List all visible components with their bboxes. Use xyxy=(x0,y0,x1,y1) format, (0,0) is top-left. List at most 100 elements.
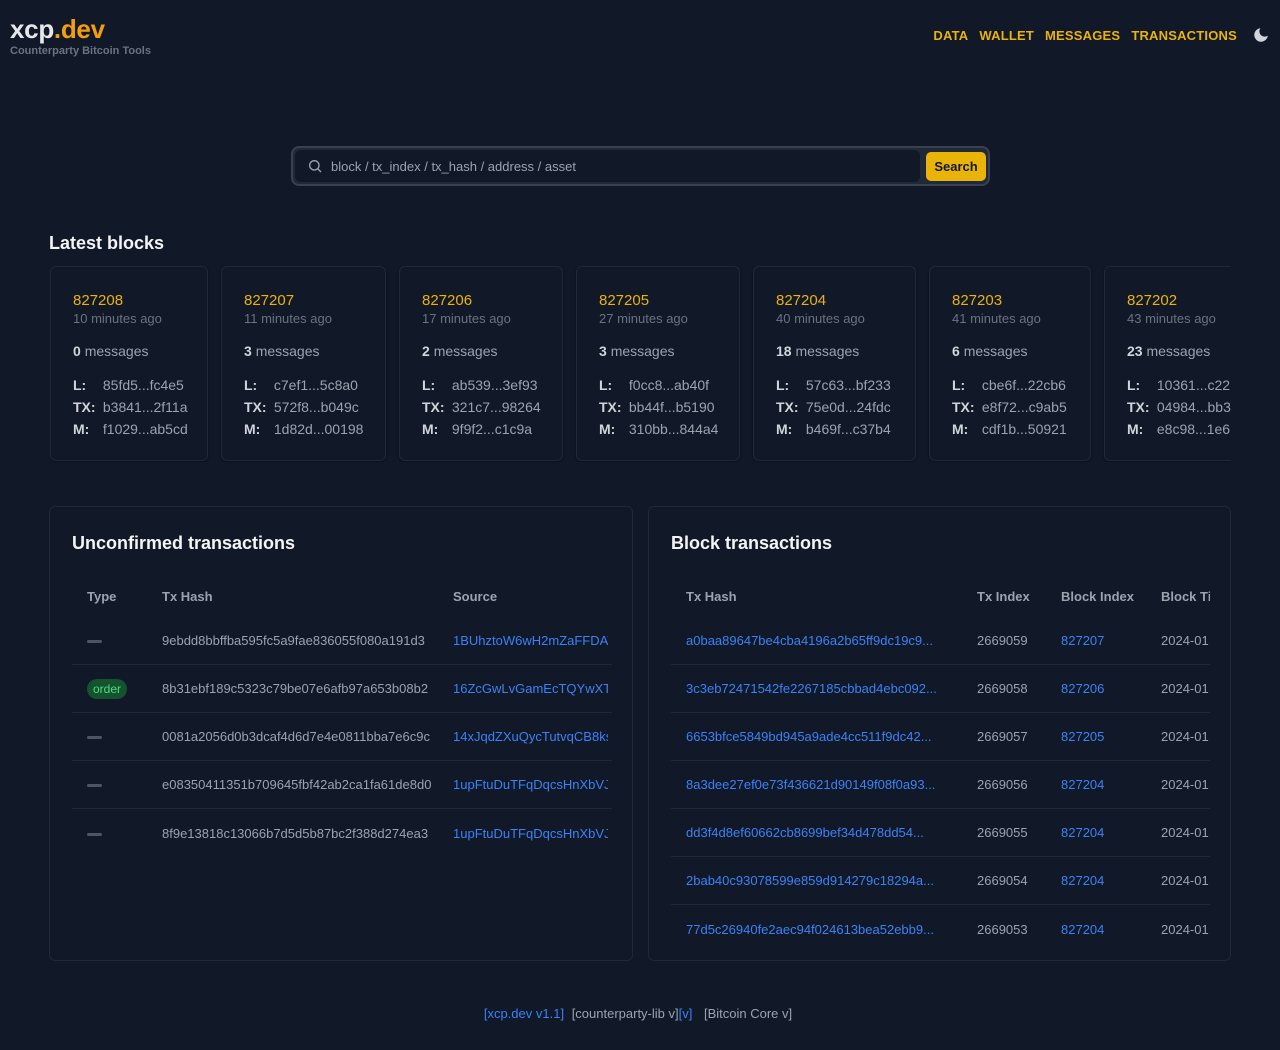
table-row: 6653bfce5849bd945a9ade4cc511f9dc42... 266… xyxy=(671,713,1210,761)
tx-hash-link[interactable]: 77d5c26940fe2aec94f024613bea52ebb9... xyxy=(686,922,934,937)
ledger-hash-label: L: xyxy=(1127,377,1141,393)
block-card[interactable]: 827206 17 minutes ago 2 messages L: ab539..… xyxy=(399,266,563,461)
block-index-cell: 827206 xyxy=(1046,681,1146,696)
messages-label: messages xyxy=(255,343,320,359)
nav-wallet[interactable]: WALLET xyxy=(979,28,1034,43)
messages-label: messages xyxy=(795,343,860,359)
brand[interactable]: xcp.dev Counterparty Bitcoin Tools xyxy=(10,14,151,57)
block-index-link[interactable]: 827205 xyxy=(1061,729,1104,744)
block-card[interactable]: 827208 10 minutes ago 0 messages L: 85fd5..… xyxy=(50,266,208,461)
table-row: dd3f4d8ef60662cb8699bef34d478dd54... 2669… xyxy=(671,809,1210,857)
footer: [xcp.dev v1.1] [counterparty-lib v][v] [… xyxy=(0,1006,1280,1021)
footer-xcp-version[interactable]: [xcp.dev v1.1] xyxy=(484,1006,564,1021)
tx-hash-cell: 2bab40c93078599e859d914279c18294a... xyxy=(671,873,962,888)
tx-hash-cell: 9ebdd8bbffba595fc5a9fae836055f080a191d3 xyxy=(162,633,425,648)
block-time-ago: 41 minutes ago xyxy=(952,311,1041,326)
block-number[interactable]: 827202 xyxy=(1127,291,1231,311)
tx-hash-link[interactable]: 6653bfce5849bd945a9ade4cc511f9dc42... xyxy=(686,729,932,744)
block-card[interactable]: 827203 41 minutes ago 6 messages L: cbe6f..… xyxy=(929,266,1091,461)
block-number[interactable]: 827205 xyxy=(599,291,717,311)
message-count-value: 23 xyxy=(1127,343,1143,359)
block-number[interactable]: 827204 xyxy=(776,291,893,311)
source-address-link[interactable]: 14xJqdZXuQycTutvqCB8ks xyxy=(453,729,608,744)
messages-hash-label: M: xyxy=(599,421,616,437)
col-type: Type xyxy=(87,588,117,604)
brand-subtitle: Counterparty Bitcoin Tools xyxy=(10,45,151,57)
tx-hash-cell: 0081a2056d0b3dcaf4d6d7e4e0811bba7e6c9c xyxy=(162,729,430,744)
tx-type-empty xyxy=(87,736,102,740)
messages-hash: M: f1029...ab5cd xyxy=(73,418,188,440)
ledger-hash-value: 85fd5...fc4e5 xyxy=(102,377,184,393)
search-icon xyxy=(307,158,323,174)
ledger-hash: L: c7ef1...5c8a0 xyxy=(244,374,363,396)
tx-index-cell: 2669056 xyxy=(977,777,1028,792)
block-index-link[interactable]: 827204 xyxy=(1061,922,1104,937)
txlist-hash-value: 321c7...98264 xyxy=(451,399,541,415)
block-card[interactable]: 827204 40 minutes ago 18 messages L: 57c63.… xyxy=(753,266,916,461)
messages-hash: M: b469f...c37b4 xyxy=(776,418,893,440)
col-block-time: Block Ti xyxy=(1161,588,1210,604)
brand-title[interactable]: xcp.dev xyxy=(10,14,151,44)
tx-source-cell: 1upFtuDuTFqDqcsHnXbVJ xyxy=(438,826,608,841)
block-number[interactable]: 827207 xyxy=(244,291,363,311)
nav-transactions[interactable]: TRANSACTIONS xyxy=(1131,28,1237,43)
message-count-value: 2 xyxy=(422,343,430,359)
txlist-hash: TX: 04984...bb3 xyxy=(1127,396,1231,418)
block-index-link[interactable]: 827207 xyxy=(1061,633,1104,648)
block-index-link[interactable]: 827206 xyxy=(1061,681,1104,696)
search-box[interactable] xyxy=(295,150,920,182)
tx-type-cell: order xyxy=(72,678,147,699)
messages-hash: M: cdf1b...50921 xyxy=(952,418,1068,440)
tx-type-cell xyxy=(72,826,147,841)
source-address-link[interactable]: 1BUhztoW6wH2mZaFFDAT xyxy=(453,633,608,648)
search-button[interactable]: Search xyxy=(926,151,986,181)
latest-blocks-list[interactable]: 827208 10 minutes ago 0 messages L: 85fd5..… xyxy=(50,266,1231,462)
block-message-count: 18 messages xyxy=(776,342,893,360)
messages-hash-label: M: xyxy=(1127,421,1144,437)
tx-hash-link[interactable]: 2bab40c93078599e859d914279c18294a... xyxy=(686,873,934,888)
unconfirmed-title: Unconfirmed transactions xyxy=(72,533,296,553)
block-index-link[interactable]: 827204 xyxy=(1061,873,1104,888)
message-count-value: 6 xyxy=(952,343,960,359)
block-number[interactable]: 827206 xyxy=(422,291,540,311)
ledger-hash-label: L: xyxy=(244,377,258,393)
ledger-hash: L: cbe6f...22cb6 xyxy=(952,374,1068,396)
messages-hash-label: M: xyxy=(422,421,439,437)
block-number[interactable]: 827208 xyxy=(73,291,185,311)
txlist-hash-value: 75e0d...24fdc xyxy=(805,399,891,415)
block-index-link[interactable]: 827204 xyxy=(1061,777,1104,792)
nav-data[interactable]: DATA xyxy=(933,28,968,43)
moon-icon[interactable] xyxy=(1252,26,1270,44)
footer-lib-link[interactable]: [v] xyxy=(679,1006,693,1021)
tx-type-empty xyxy=(87,832,102,836)
table-row: 77d5c26940fe2aec94f024613bea52ebb9... 266… xyxy=(671,905,1210,953)
block-number[interactable]: 827203 xyxy=(952,291,1068,311)
txlist-hash-value: e8f72...c9ab5 xyxy=(981,399,1067,415)
block-card[interactable]: 827205 27 minutes ago 3 messages L: f0cc8..… xyxy=(576,266,740,461)
messages-hash: M: 1d82d...00198 xyxy=(244,418,363,440)
txlist-hash-value: 572f8...b049c xyxy=(273,399,359,415)
source-address-link[interactable]: 1upFtuDuTFqDqcsHnXbVJ xyxy=(453,777,608,792)
txlist-hash-label: TX: xyxy=(952,399,975,415)
search-input[interactable] xyxy=(331,158,920,174)
block-card[interactable]: 827202 43 minutes ago 23 messages L: 10361.… xyxy=(1104,266,1231,461)
ledger-hash: L: 85fd5...fc4e5 xyxy=(73,374,185,396)
tx-hash-cell: 3c3eb72471542fe2267185cbbad4ebc092... xyxy=(671,681,962,696)
source-address-link[interactable]: 16ZcGwLvGamEcTQYwXTY xyxy=(453,681,608,696)
tx-hash-link[interactable]: dd3f4d8ef60662cb8699bef34d478dd54... xyxy=(686,825,924,840)
ledger-hash: L: 57c63...bf233 xyxy=(776,374,893,396)
ledger-hash-value: c7ef1...5c8a0 xyxy=(273,377,358,393)
tx-hash-link[interactable]: 3c3eb72471542fe2267185cbbad4ebc092... xyxy=(686,681,937,696)
block-card[interactable]: 827207 11 minutes ago 3 messages L: c7ef1..… xyxy=(221,266,386,461)
source-address-link[interactable]: 1upFtuDuTFqDqcsHnXbVJ xyxy=(453,826,608,841)
block-message-count: 3 messages xyxy=(599,342,717,360)
nav-messages[interactable]: MESSAGES xyxy=(1045,28,1120,43)
txlist-hash-value: 04984...bb3 xyxy=(1156,399,1231,415)
block-time-cell: 2024-01 xyxy=(1161,921,1209,937)
tx-type-cell xyxy=(72,729,147,744)
block-message-count: 6 messages xyxy=(952,342,1068,360)
tx-hash-link[interactable]: a0baa89647be4cba4196a2b65ff9dc19c9... xyxy=(686,633,933,648)
block-index-link[interactable]: 827204 xyxy=(1061,825,1104,840)
tx-hash-link[interactable]: 8a3dee27ef0e73f436621d90149f08f0a93... xyxy=(686,777,935,792)
footer-lib-prefix: [counterparty-lib v] xyxy=(571,1006,679,1021)
